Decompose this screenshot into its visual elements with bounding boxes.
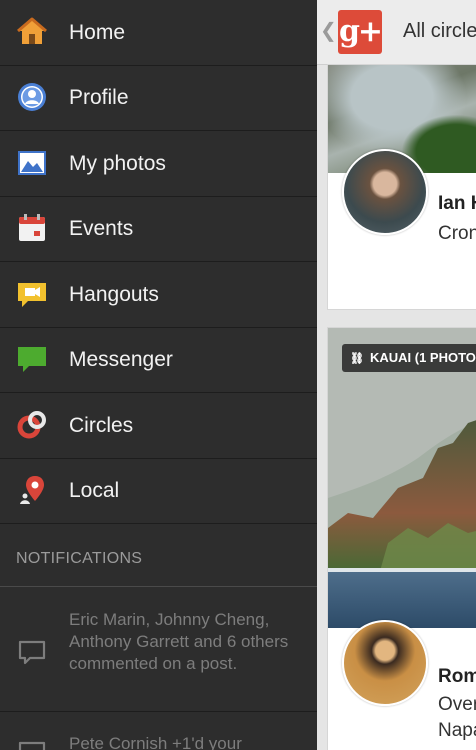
google-plus-logo[interactable]: g+	[338, 10, 383, 54]
nav-item-hangouts[interactable]: Hangouts	[0, 262, 317, 328]
post-snippet: Napa	[438, 720, 476, 741]
home-icon	[17, 17, 47, 44]
nav-item-label: Profile	[69, 86, 129, 109]
hangouts-icon	[18, 283, 46, 307]
back-chevron-icon[interactable]: ❮	[320, 21, 337, 41]
author-avatar[interactable]	[342, 149, 428, 235]
nav-item-my-photos[interactable]: My photos	[0, 131, 317, 197]
nav-item-label: Circles	[69, 414, 134, 437]
stream-title[interactable]: All circle	[403, 20, 476, 43]
post-author[interactable]: Rom	[438, 666, 476, 688]
author-avatar[interactable]	[342, 620, 428, 706]
stream-panel: ❮ g+ All circle Ian H Cron	[317, 0, 476, 750]
nav-item-label: Hangouts	[69, 283, 159, 306]
post-snippet: Over	[438, 694, 476, 715]
post-snippet: Cron	[438, 223, 476, 244]
circles-icon	[17, 411, 46, 439]
post-card[interactable]: ⛓ KAUAI (1 PHOTO) Rom Over Napa	[327, 327, 476, 750]
link-icon: ⛓	[350, 353, 364, 365]
nav-item-home[interactable]: Home	[0, 0, 317, 66]
comment-icon	[18, 640, 46, 665]
nav-item-profile[interactable]: Profile	[0, 65, 317, 131]
photos-icon	[18, 151, 46, 175]
notification-text: Pete Cornish +1'd your	[69, 734, 242, 750]
nav-item-events[interactable]: Events	[0, 196, 317, 262]
nav-item-label: Home	[69, 21, 126, 44]
messenger-icon	[18, 347, 46, 372]
post-card[interactable]: Ian H Cron	[327, 64, 476, 310]
nav-item-label: Local	[69, 479, 120, 502]
calendar-icon	[19, 214, 45, 241]
notification-item[interactable]: Pete Cornish +1'd your	[0, 712, 317, 750]
nav-item-circles[interactable]: Circles	[0, 393, 317, 459]
nav-item-local[interactable]: Local	[0, 458, 317, 524]
comment-icon	[18, 741, 46, 750]
section-header-label: NOTIFICATIONS	[16, 550, 143, 567]
nav-item-label: Messenger	[69, 348, 173, 371]
album-tag-label: KAUAI (1 PHOTO)	[369, 350, 476, 365]
navigation-drawer: Home Profile My photos Events Hangouts M…	[0, 0, 317, 750]
nav-item-label: My photos	[69, 152, 166, 175]
post-photo[interactable]: ⛓ KAUAI (1 PHOTO)	[328, 328, 476, 628]
nav-item-messenger[interactable]: Messenger	[0, 327, 317, 393]
notifications-header: NOTIFICATIONS	[0, 524, 317, 587]
notification-text: Eric Marin, Johnny Cheng, Anthony Garret…	[69, 610, 289, 673]
nav-item-label: Events	[69, 217, 134, 240]
location-pin-icon	[20, 476, 44, 504]
profile-icon	[18, 83, 46, 111]
landscape-illustration	[328, 328, 476, 628]
notification-item[interactable]: Eric Marin, Johnny Cheng, Anthony Garret…	[0, 588, 317, 712]
album-tag[interactable]: ⛓ KAUAI (1 PHOTO)	[342, 344, 476, 372]
post-author[interactable]: Ian H	[438, 193, 476, 215]
stream-action-bar: ❮ g+ All circle	[317, 0, 476, 65]
